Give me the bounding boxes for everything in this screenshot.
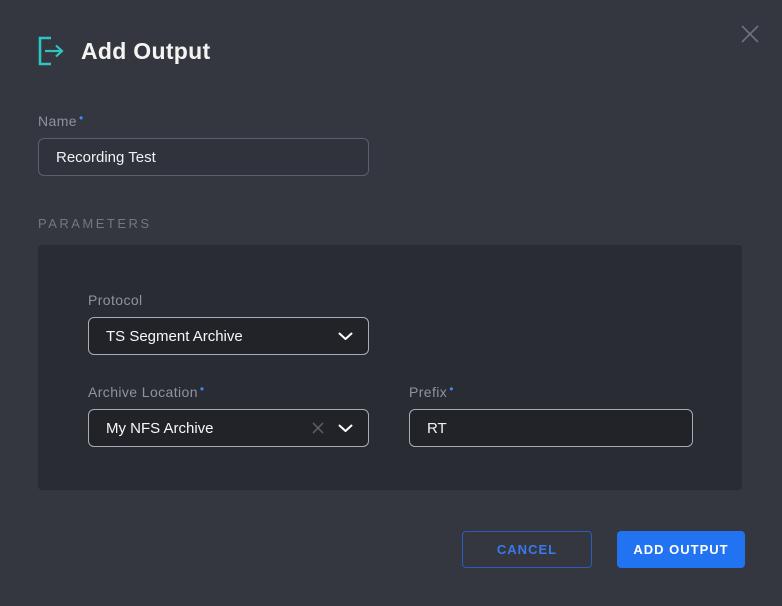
add-output-modal: Add Output Name• PARAMETERS Protocol TS … [0,0,782,606]
prefix-label: Prefix• [409,382,693,400]
archive-location-selected-value: My NFS Archive [106,420,311,437]
archive-location-field-group: Archive Location• My NFS Archive [88,382,369,447]
prefix-field-group: Prefix• [409,382,693,447]
modal-footer: CANCEL ADD OUTPUT [462,531,745,568]
required-asterisk: • [79,111,84,125]
protocol-label: Protocol [88,292,369,308]
required-asterisk: • [200,382,205,396]
close-icon[interactable] [734,18,766,50]
prefix-input[interactable] [409,409,693,447]
required-asterisk: • [449,382,454,396]
archive-location-select[interactable]: My NFS Archive [88,409,369,447]
protocol-field-group: Protocol TS Segment Archive [88,292,369,355]
protocol-row: Protocol TS Segment Archive [88,292,693,355]
name-input[interactable] [38,138,369,176]
protocol-selected-value: TS Segment Archive [106,328,338,345]
modal-title: Add Output [81,38,210,65]
name-label: Name• [38,111,369,129]
archive-location-label: Archive Location• [88,382,369,400]
archive-prefix-row: Archive Location• My NFS Archive [88,382,693,447]
output-icon [38,36,66,66]
parameters-section-label: PARAMETERS [38,216,782,231]
protocol-select[interactable]: TS Segment Archive [88,317,369,355]
clear-selection-icon[interactable] [311,421,325,435]
chevron-down-icon [338,332,353,341]
cancel-button[interactable]: CANCEL [462,531,592,568]
add-output-button[interactable]: ADD OUTPUT [617,531,745,568]
chevron-down-icon [338,424,353,433]
modal-header: Add Output [0,0,782,66]
name-field-group: Name• [38,111,369,176]
parameters-panel: Protocol TS Segment Archive Archive Loca… [38,245,742,490]
